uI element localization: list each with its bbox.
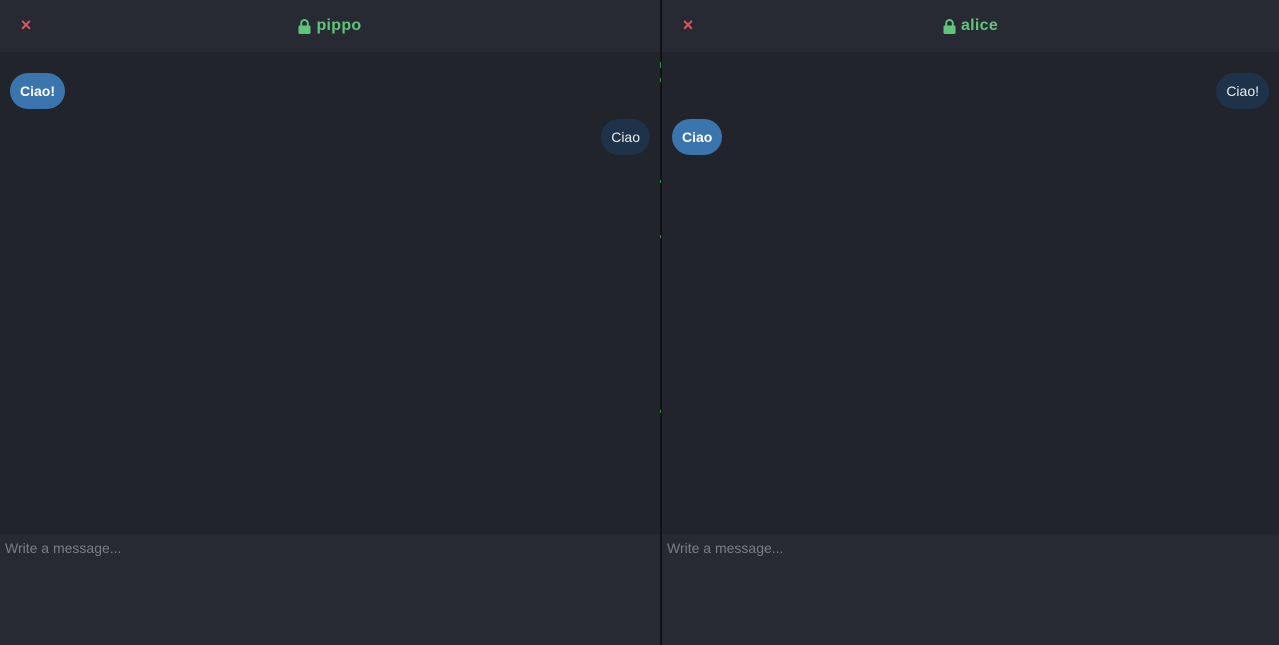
message-composer xyxy=(662,534,1279,645)
message-input[interactable] xyxy=(662,534,1279,645)
lock-icon xyxy=(943,18,956,34)
message-input[interactable] xyxy=(0,534,660,645)
chat-title: alice xyxy=(943,17,998,35)
message-composer xyxy=(0,534,660,645)
chat-title-label: alice xyxy=(960,17,999,34)
chat-pane-alice: × alice Ciao! Ciao xyxy=(662,0,1279,645)
message-row: Ciao! xyxy=(10,73,650,109)
divider-mark xyxy=(660,78,661,82)
incoming-message: Ciao xyxy=(672,119,723,155)
outgoing-message: Ciao! xyxy=(1216,73,1269,109)
divider-mark xyxy=(660,180,661,183)
close-icon[interactable]: × xyxy=(679,15,697,35)
message-row: Ciao! xyxy=(672,73,1269,109)
message-list: Ciao! Ciao xyxy=(662,52,1279,534)
chat-pane-pippo: × pippo Ciao! Ciao xyxy=(0,0,660,645)
divider-mark xyxy=(660,410,661,413)
divider-mark xyxy=(660,62,661,68)
incoming-message: Ciao! xyxy=(10,73,65,109)
message-list: Ciao! Ciao xyxy=(0,52,660,534)
chat-title: pippo xyxy=(298,17,361,35)
lock-icon xyxy=(298,18,311,34)
divider-mark xyxy=(660,235,661,238)
message-row: Ciao xyxy=(10,119,650,155)
message-row: Ciao xyxy=(672,119,1269,155)
chat-header: × pippo xyxy=(0,0,660,52)
outgoing-message: Ciao xyxy=(601,119,650,155)
close-icon[interactable]: × xyxy=(17,15,35,35)
chat-app: × pippo Ciao! Ciao Write a message... × … xyxy=(0,0,1279,645)
chat-header: × alice xyxy=(662,0,1279,52)
chat-title-label: pippo xyxy=(316,17,362,34)
